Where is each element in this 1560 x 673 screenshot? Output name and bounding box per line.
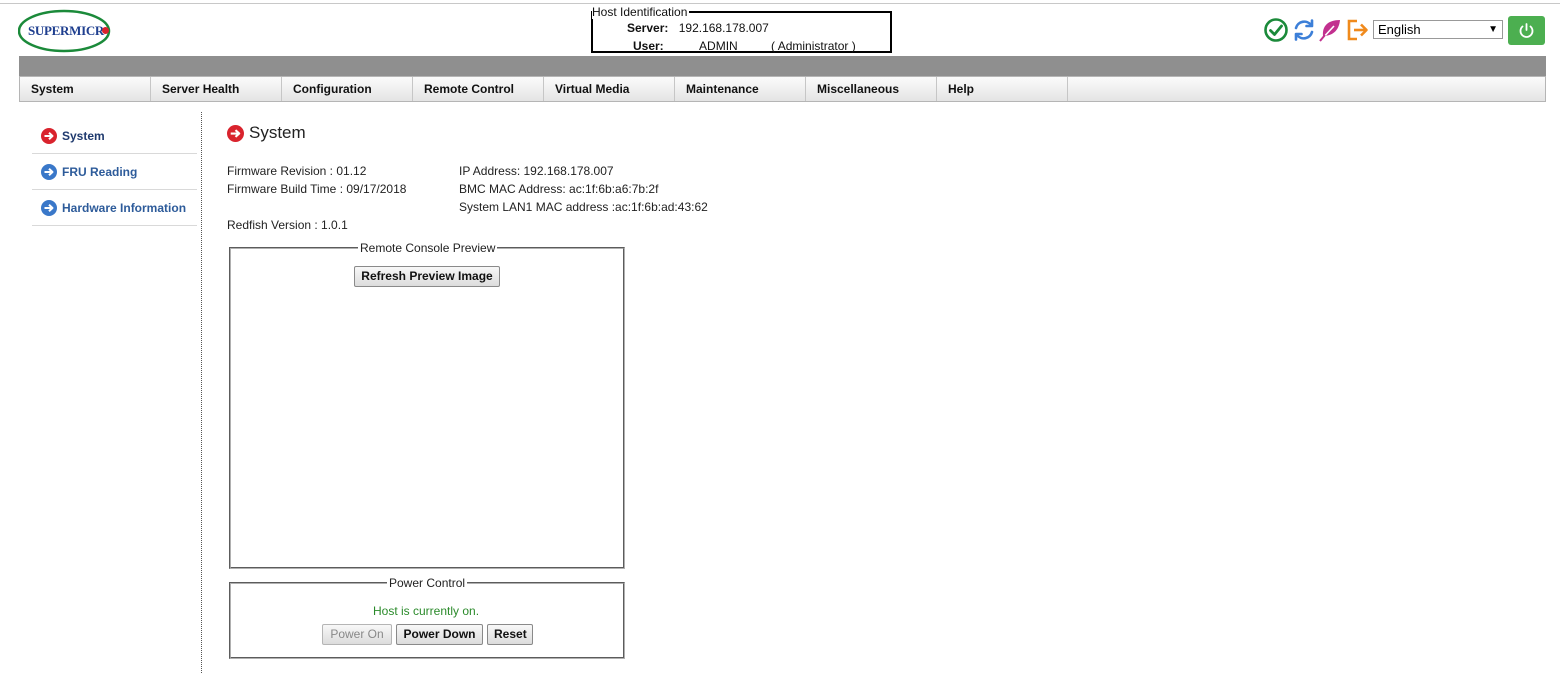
nav-band: [19, 56, 1546, 76]
sidebar-divider: [201, 112, 202, 673]
power-on-button[interactable]: Power On: [322, 624, 392, 645]
sidebar-item-label: System: [62, 128, 105, 143]
server-row: Server: 192.168.178.007: [627, 21, 769, 35]
nav-remote-control[interactable]: Remote Control: [413, 77, 544, 101]
sidebar-item-label: Hardware Information: [62, 200, 187, 215]
sidebar-item-hardware-information[interactable]: Hardware Information: [32, 190, 197, 226]
sidebar-item-fru-reading[interactable]: FRU Reading: [32, 154, 197, 190]
arrow-right-circle-icon: [41, 199, 57, 216]
nav-virtual-media[interactable]: Virtual Media: [544, 77, 675, 101]
language-value: English: [1378, 22, 1421, 37]
nav-maintenance[interactable]: Maintenance: [675, 77, 806, 101]
nav-help[interactable]: Help: [937, 77, 1068, 101]
dropdown-arrow-icon: ▼: [1488, 24, 1498, 35]
bmc-mac-address: BMC MAC Address: ac:1f:6b:a6:7b:2f: [459, 182, 659, 196]
logout-icon[interactable]: [1344, 17, 1370, 43]
reset-button[interactable]: Reset: [487, 624, 533, 645]
language-select[interactable]: English ▼: [1373, 20, 1503, 39]
firmware-revision: Firmware Revision : 01.12: [227, 164, 367, 178]
power-icon: [1519, 23, 1534, 38]
power-button[interactable]: [1508, 16, 1545, 45]
nav-miscellaneous[interactable]: Miscellaneous: [806, 77, 937, 101]
host-identification-legend: Host Identification: [592, 5, 690, 19]
user-label: User:: [633, 39, 664, 53]
user-role: ( Administrator ): [771, 39, 856, 53]
user-value: ADMIN: [699, 39, 738, 53]
power-down-button[interactable]: Power Down: [396, 624, 483, 645]
sidebar-item-label: FRU Reading: [62, 164, 138, 179]
sidebar-item-system[interactable]: System: [32, 118, 197, 154]
user-row: User: ADMIN ( Administrator ): [633, 39, 856, 53]
main-nav: System Server Health Configuration Remot…: [19, 76, 1546, 102]
host-status-text: Host is currently on.: [373, 604, 480, 618]
nav-server-health[interactable]: Server Health: [151, 77, 282, 101]
nav-system[interactable]: System: [20, 77, 151, 101]
arrow-right-circle-icon: [41, 127, 57, 144]
logo-text: SUPERMICR: [28, 23, 105, 38]
power-control: Power Control Host is currently on. Powe…: [229, 576, 625, 659]
ip-address: IP Address: 192.168.178.007: [459, 164, 614, 178]
arrow-right-circle-icon: [41, 163, 57, 180]
redfish-version: Redfish Version : 1.0.1: [227, 218, 348, 232]
power-control-legend: Power Control: [387, 576, 468, 590]
server-label: Server:: [627, 21, 669, 35]
refresh-icon[interactable]: [1291, 17, 1317, 43]
system-lan1-mac-address: System LAN1 MAC address :ac:1f:6b:ad:43:…: [459, 200, 708, 214]
page-title: System: [227, 123, 306, 143]
remote-console-preview: Remote Console Preview Refresh Preview I…: [229, 241, 625, 569]
page-title-text: System: [249, 123, 306, 142]
top-rule: [0, 3, 1560, 4]
sidebar: System FRU Reading Hardware Information: [32, 118, 197, 226]
host-identification: Host Identification Server: 192.168.178.…: [591, 5, 892, 53]
remote-console-preview-legend: Remote Console Preview: [358, 241, 498, 255]
server-value: 192.168.178.007: [678, 21, 769, 35]
logo-dot-icon: [102, 27, 109, 34]
refresh-preview-button[interactable]: Refresh Preview Image: [354, 266, 500, 287]
firmware-build-time: Firmware Build Time : 09/17/2018: [227, 182, 407, 196]
supermicro-logo: SUPERMICR: [17, 7, 112, 53]
nav-configuration[interactable]: Configuration: [282, 77, 413, 101]
leaf-icon[interactable]: [1317, 17, 1343, 43]
arrow-right-circle-icon: [227, 124, 244, 142]
check-circle-icon[interactable]: [1263, 17, 1289, 43]
